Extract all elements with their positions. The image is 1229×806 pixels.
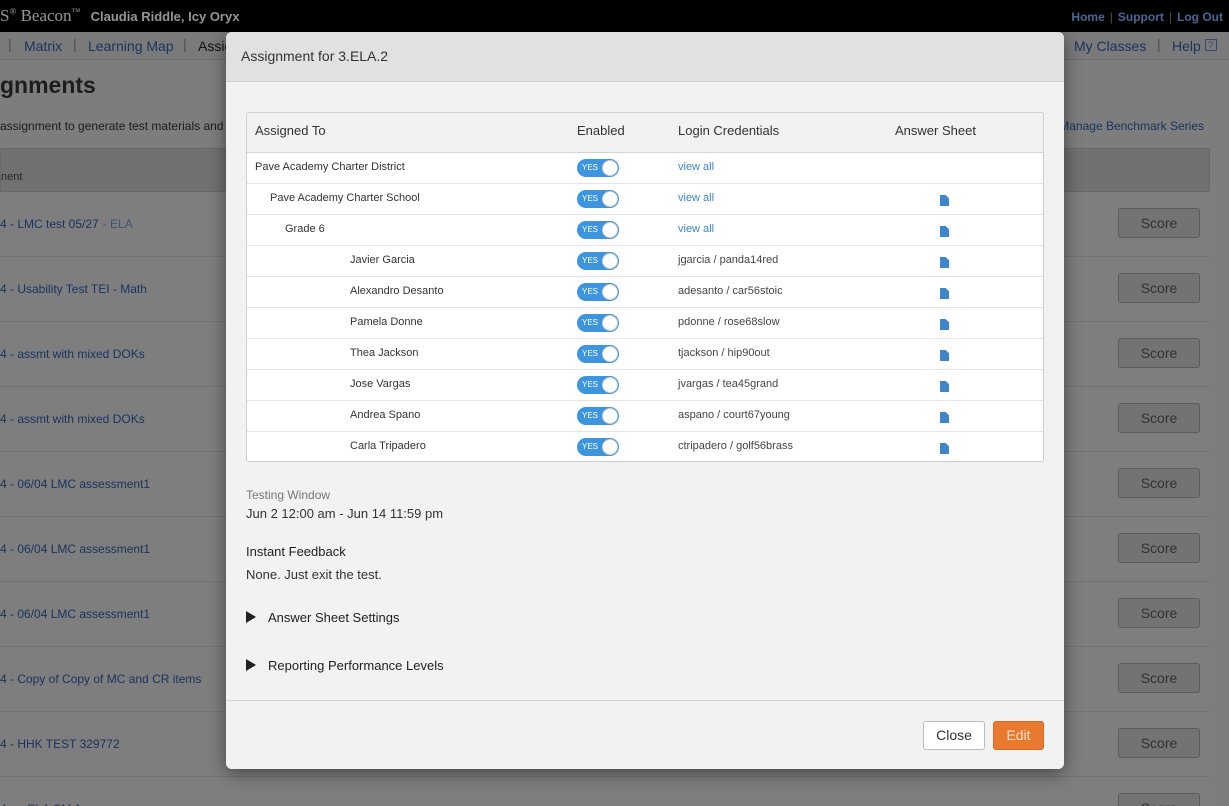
toggle-knob	[602, 377, 618, 393]
testing-window-value: Jun 2 12:00 am - Jun 14 11:59 pm	[246, 506, 444, 521]
assignment-table: Assigned To Enabled Login Credentials An…	[246, 112, 1044, 462]
assignment-table-row: Grade 6 YES view all	[247, 215, 1043, 246]
enabled-toggle[interactable]: YES	[577, 221, 619, 239]
testing-window-label: Testing Window	[246, 488, 331, 502]
assignment-modal: Assignment for 3.ELA.2 Assigned To Enabl…	[226, 32, 1064, 769]
view-all-link[interactable]: view all	[678, 223, 714, 235]
assigned-to-name: Andrea Spano	[350, 409, 421, 421]
assigned-to-name: Carla Tripadero	[350, 440, 426, 452]
column-assigned-to: Assigned To	[255, 123, 326, 138]
modal-header: Assignment for 3.ELA.2	[226, 32, 1064, 82]
toggle-knob	[602, 346, 618, 362]
instant-feedback-label: Instant Feedback	[246, 544, 346, 559]
assignment-table-row: Pave Academy Charter District YES view all	[247, 153, 1043, 184]
login-credentials: ctripadero / golf56brass	[678, 440, 793, 452]
login-credentials: pdonne / rose68slow	[678, 316, 780, 328]
modal-title: Assignment for 3.ELA.2	[241, 48, 389, 64]
enabled-toggle[interactable]: YES	[577, 252, 619, 270]
assignment-table-row: Thea Jackson YES tjackson / hip90out	[247, 339, 1043, 370]
instant-feedback-value: None. Just exit the test.	[246, 567, 382, 582]
assignment-table-row: Carla Tripadero YES ctripadero / golf56bra…	[247, 432, 1043, 461]
assignment-table-row: Pave Academy Charter School YES view all	[247, 184, 1043, 215]
answer-sheet-document-icon[interactable]	[940, 350, 949, 361]
assignment-table-row: Pamela Donne YES pdonne / rose68slow	[247, 308, 1043, 339]
assigned-to-name: Pave Academy Charter District	[255, 161, 405, 173]
assigned-to-name: Thea Jackson	[350, 347, 419, 359]
login-credentials: adesanto / car56stoic	[678, 285, 783, 297]
toggle-knob	[602, 439, 618, 455]
answer-sheet-document-icon[interactable]	[940, 319, 949, 330]
assignment-table-row: Javier Garcia YES jgarcia / panda14red	[247, 246, 1043, 277]
assignment-table-row: Alexandro Desanto YES adesanto / car56stoi…	[247, 277, 1043, 308]
login-credentials: jgarcia / panda14red	[678, 254, 779, 266]
answer-sheet-document-icon[interactable]	[940, 226, 949, 237]
column-answer-sheet: Answer Sheet	[895, 123, 976, 138]
assignment-table-header: Assigned To Enabled Login Credentials An…	[247, 113, 1043, 153]
enabled-toggle[interactable]: YES	[577, 345, 619, 363]
answer-sheet-document-icon[interactable]	[940, 443, 949, 454]
assigned-to-name: Jose Vargas	[350, 378, 411, 390]
enabled-toggle[interactable]: YES	[577, 190, 619, 208]
enabled-toggle[interactable]: YES	[577, 283, 619, 301]
toggle-knob	[602, 160, 618, 176]
reporting-performance-levels-toggle[interactable]: Reporting Performance Levels	[246, 658, 444, 673]
answer-sheet-document-icon[interactable]	[940, 195, 949, 206]
close-button[interactable]: Close	[923, 721, 985, 750]
enabled-toggle[interactable]: YES	[577, 314, 619, 332]
column-login-credentials: Login Credentials	[678, 123, 780, 138]
enabled-toggle[interactable]: YES	[577, 376, 619, 394]
toggle-knob	[602, 222, 618, 238]
view-all-link[interactable]: view all	[678, 192, 714, 204]
login-credentials: aspano / court67young	[678, 409, 790, 421]
assignment-table-row: Jose Vargas YES jvargas / tea45grand	[247, 370, 1043, 401]
enabled-toggle[interactable]: YES	[577, 159, 619, 177]
modal-footer: Close Edit	[226, 700, 1064, 769]
answer-sheet-settings-toggle[interactable]: Answer Sheet Settings	[246, 610, 400, 625]
assigned-to-name: Pave Academy Charter School	[270, 192, 420, 204]
expand-triangle-icon	[246, 659, 256, 671]
enabled-toggle[interactable]: YES	[577, 438, 619, 456]
answer-sheet-document-icon[interactable]	[940, 412, 949, 423]
assigned-to-name: Grade 6	[285, 223, 325, 235]
answer-sheet-document-icon[interactable]	[940, 257, 949, 268]
answer-sheet-document-icon[interactable]	[940, 288, 949, 299]
login-credentials: tjackson / hip90out	[678, 347, 770, 359]
expand-triangle-icon	[246, 611, 256, 623]
toggle-knob	[602, 253, 618, 269]
view-all-link[interactable]: view all	[678, 161, 714, 173]
assigned-to-name: Alexandro Desanto	[350, 285, 444, 297]
login-credentials: jvargas / tea45grand	[678, 378, 779, 390]
assignment-table-row: Andrea Spano YES aspano / court67young	[247, 401, 1043, 432]
toggle-knob	[602, 315, 618, 331]
toggle-knob	[602, 191, 618, 207]
toggle-knob	[602, 408, 618, 424]
assigned-to-name: Javier Garcia	[350, 254, 415, 266]
edit-button[interactable]: Edit	[993, 721, 1044, 750]
answer-sheet-document-icon[interactable]	[940, 381, 949, 392]
column-enabled: Enabled	[577, 123, 625, 138]
assigned-to-name: Pamela Donne	[350, 316, 423, 328]
toggle-knob	[602, 284, 618, 300]
enabled-toggle[interactable]: YES	[577, 407, 619, 425]
